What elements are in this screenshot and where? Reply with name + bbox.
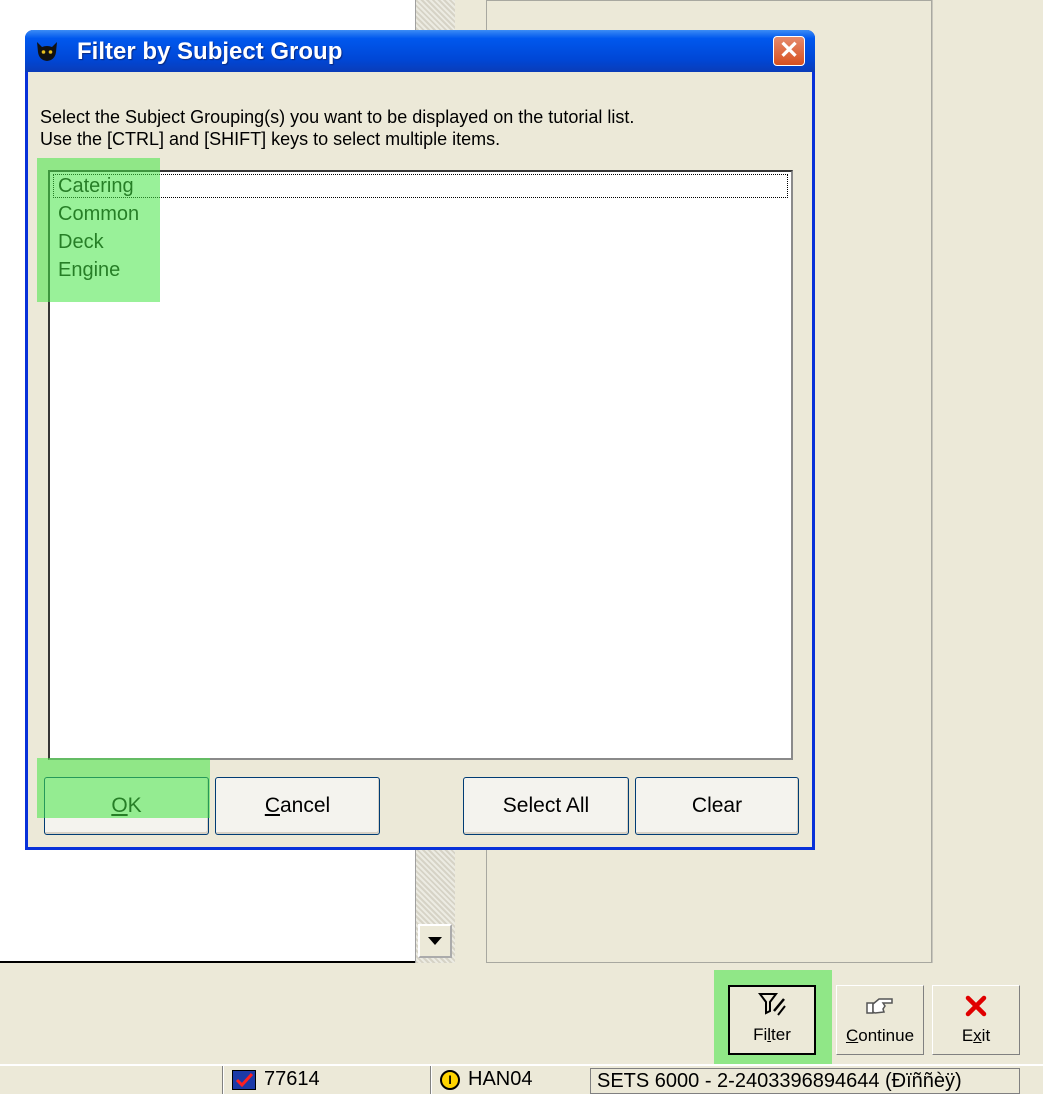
- bottom-toolbar: Filter Continue Exit: [0, 965, 1043, 1070]
- filter-button[interactable]: Filter: [728, 985, 816, 1055]
- list-item[interactable]: Engine: [50, 256, 791, 284]
- close-button[interactable]: ✕: [773, 36, 805, 66]
- status-product: SETS 6000 - 2-2403396894644 (Ðïññèÿ): [590, 1068, 1020, 1094]
- instructions-line-1: Select the Subject Grouping(s) you want …: [40, 107, 635, 127]
- continue-button[interactable]: Continue: [836, 985, 924, 1055]
- exit-label: Exit: [961, 1026, 991, 1045]
- status-separator: [430, 1066, 432, 1094]
- list-item[interactable]: Catering: [50, 172, 791, 200]
- status-count-value: 77614: [264, 1068, 320, 1090]
- background-side-panel: [932, 0, 1043, 963]
- filter-icon: [757, 991, 787, 1019]
- list-item[interactable]: Common: [50, 200, 791, 228]
- list-item[interactable]: Deck: [50, 228, 791, 256]
- clear-button[interactable]: Clear: [635, 777, 799, 835]
- status-count: 77614: [232, 1068, 320, 1091]
- status-bar: 77614 I HAN04 SETS 6000 - 2-240339689464…: [0, 1064, 1043, 1094]
- dialog-titlebar[interactable]: Filter by Subject Group ✕: [25, 30, 815, 72]
- ok-button[interactable]: OK: [44, 777, 209, 835]
- exit-x-icon: [964, 992, 988, 1020]
- continue-label: Continue: [845, 1026, 915, 1045]
- cancel-label-rest: ancel: [279, 794, 331, 817]
- checkmark-icon: [232, 1069, 256, 1090]
- status-separator: [222, 1066, 224, 1094]
- ok-label-rest: K: [127, 794, 142, 817]
- filter-label: Filter: [753, 1025, 791, 1044]
- dialog-instructions: Select the Subject Grouping(s) you want …: [40, 106, 810, 150]
- status-user: I HAN04: [440, 1068, 532, 1091]
- info-circle-icon: I: [440, 1069, 460, 1090]
- status-user-value: HAN04: [468, 1068, 533, 1090]
- filter-dialog: Filter by Subject Group ✕ Select the Sub…: [25, 30, 815, 850]
- exit-button[interactable]: Exit: [932, 985, 1020, 1055]
- app-cat-icon: [37, 42, 57, 61]
- select-all-button[interactable]: Select All: [463, 777, 629, 835]
- instructions-line-2: Use the [CTRL] and [SHIFT] keys to selec…: [40, 129, 501, 149]
- scroll-down-button[interactable]: [418, 924, 452, 958]
- arrow-down-icon: [428, 937, 442, 945]
- ok-mnemonic: O: [111, 794, 128, 817]
- cancel-button[interactable]: Cancel: [215, 777, 380, 835]
- dialog-title: Filter by Subject Group: [77, 38, 343, 65]
- cancel-mnemonic: C: [264, 794, 280, 817]
- subject-group-listbox[interactable]: Catering Common Deck Engine: [48, 170, 793, 760]
- pointing-hand-icon: [865, 992, 895, 1020]
